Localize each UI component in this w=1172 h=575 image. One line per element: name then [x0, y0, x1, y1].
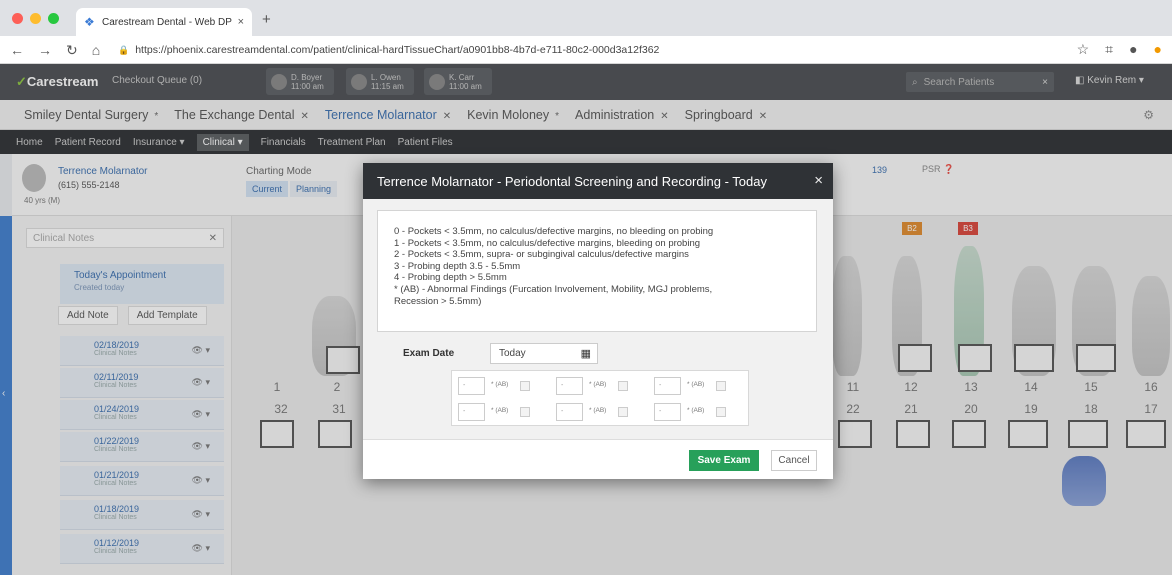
reload-icon[interactable]: ↻: [66, 42, 78, 59]
sextant-cell: - * (AB): [454, 400, 550, 424]
cancel-button[interactable]: Cancel: [771, 450, 817, 471]
sextant-cell: - * (AB): [650, 374, 746, 398]
legend-line: 3 - Probing depth 3.5 - 5.5mm: [394, 260, 521, 272]
psr-modal: Terrence Molarnator - Periodontal Screen…: [363, 163, 833, 479]
legend-line: 0 - Pockets < 3.5mm, no calculus/defecti…: [394, 226, 714, 237]
sextant-grid: - * (AB) - * (AB) - * (AB) - * (AB) - * (AB) …: [451, 370, 749, 426]
sextant-score-input[interactable]: -: [654, 403, 681, 421]
minimize-window-button[interactable]: [30, 13, 41, 24]
modal-header: Terrence Molarnator - Periodontal Screen…: [363, 163, 833, 199]
window-controls: [12, 13, 59, 24]
browser-tab-bar: ❖ Carestream Dental - Web DPM × +: [0, 0, 1172, 36]
home-icon[interactable]: ⌂: [92, 42, 100, 59]
ab-checkbox[interactable]: [618, 407, 628, 417]
sextant-score-input[interactable]: -: [458, 403, 485, 421]
close-window-button[interactable]: [12, 13, 23, 24]
lock-icon: 🔒: [118, 44, 130, 55]
url-text: https://phoenix.carestreamdental.com/pat…: [135, 44, 660, 56]
sextant-score-input[interactable]: -: [458, 377, 485, 395]
extension-orange-icon[interactable]: ●: [1154, 41, 1162, 58]
back-icon[interactable]: ←: [10, 42, 24, 59]
sextant-score-input[interactable]: -: [654, 377, 681, 395]
legend-line: 2 - Pockets < 3.5mm, supra- or subgingiv…: [394, 249, 689, 261]
sextant-cell: - * (AB): [552, 400, 648, 424]
ab-checkbox[interactable]: [716, 407, 726, 417]
sextant-score-input[interactable]: -: [556, 377, 583, 395]
legend-line: 4 - Probing depth > 5.5mm: [394, 272, 507, 284]
profile-icon[interactable]: ●: [1129, 41, 1137, 58]
bookmark-star-icon[interactable]: ☆: [1077, 41, 1090, 58]
ab-checkbox[interactable]: [520, 381, 530, 391]
close-modal-icon[interactable]: ×: [814, 172, 823, 189]
legend-line: * (AB) - Abnormal Findings (Furcation In…: [394, 283, 713, 295]
maximize-window-button[interactable]: [48, 13, 59, 24]
address-bar: ← → ↻ ⌂ 🔒 https://phoenix.carestreamdent…: [0, 36, 1172, 64]
exam-date-field[interactable]: Today ▦: [490, 343, 598, 364]
sextant-cell: - * (AB): [454, 374, 550, 398]
ab-checkbox[interactable]: [520, 407, 530, 417]
extension-icon[interactable]: ⌗: [1105, 41, 1113, 58]
close-tab-icon[interactable]: ×: [238, 16, 244, 28]
forward-icon[interactable]: →: [38, 42, 52, 59]
modal-footer: Save Exam Cancel: [363, 439, 833, 479]
sextant-score-input[interactable]: -: [556, 403, 583, 421]
ab-checkbox[interactable]: [618, 381, 628, 391]
browser-tab-title: Carestream Dental - Web DPM: [102, 16, 232, 28]
calendar-icon[interactable]: ▦: [581, 347, 591, 360]
exam-date-label: Exam Date: [403, 348, 455, 359]
legend-line: Recession > 5.5mm): [394, 295, 482, 307]
psr-legend: 0 - Pockets < 3.5mm, no calculus/defecti…: [377, 210, 817, 332]
legend-line: 1 - Pockets < 3.5mm, no calculus/defecti…: [394, 237, 701, 249]
favicon-icon: ❖: [84, 15, 95, 29]
url-field[interactable]: 🔒 https://phoenix.carestreamdental.com/p…: [118, 40, 1068, 60]
modal-title: Terrence Molarnator - Periodontal Screen…: [377, 173, 767, 189]
save-exam-button[interactable]: Save Exam: [689, 450, 759, 471]
ab-checkbox[interactable]: [716, 381, 726, 391]
browser-tab[interactable]: ❖ Carestream Dental - Web DPM ×: [76, 8, 252, 36]
sextant-cell: - * (AB): [650, 400, 746, 424]
new-tab-button[interactable]: +: [262, 11, 271, 28]
sextant-cell: - * (AB): [552, 374, 648, 398]
